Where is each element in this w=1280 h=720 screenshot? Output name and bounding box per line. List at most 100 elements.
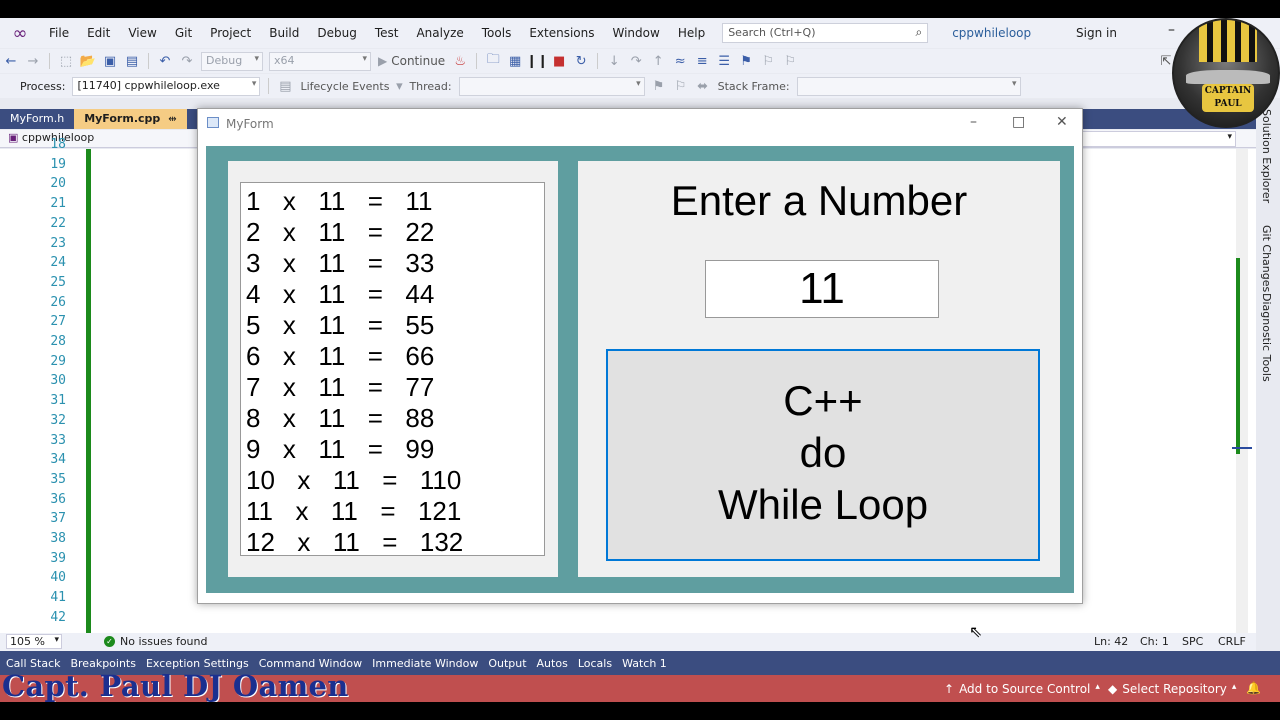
stack-frame-select[interactable]: ▾: [796, 76, 1021, 96]
do-while-loop-button[interactable]: C++ do While Loop: [606, 349, 1040, 561]
watermark-text: Capt. Paul DJ Oamen: [2, 669, 349, 702]
hot-reload-icon[interactable]: ♨: [449, 54, 471, 69]
stop-icon[interactable]: ■: [548, 54, 570, 69]
search-input[interactable]: Search (Ctrl+Q) ⌕: [722, 23, 929, 43]
issues-indicator[interactable]: ✓ No issues found: [104, 635, 207, 648]
notifications-icon[interactable]: 🔔: [1246, 681, 1261, 695]
select-repository-button[interactable]: ◆ Select Repository ▴: [1108, 682, 1236, 696]
flag-threads-icon[interactable]: ⚐: [670, 79, 692, 94]
process-value: [11740] cppwhileloop.exe: [77, 78, 220, 92]
undo-icon[interactable]: ↶: [154, 54, 176, 69]
diagnostics-icon[interactable]: ≈: [669, 54, 691, 69]
platform-select[interactable]: x64 ▾: [269, 51, 371, 71]
minimize-icon[interactable]: –: [1168, 22, 1175, 38]
form-app-icon: [207, 117, 219, 128]
layout-icon[interactable]: ▦: [504, 54, 526, 69]
stack-icon[interactable]: ⬌: [692, 79, 714, 94]
tab-myform-h[interactable]: MyForm.h: [0, 109, 74, 129]
open-folder-icon[interactable]: 📂: [77, 54, 99, 69]
scrollbar-change-marker: [1236, 258, 1240, 454]
thread-select[interactable]: ▾: [458, 76, 645, 96]
mouse-cursor-icon: ⇖: [969, 622, 983, 641]
back-icon[interactable]: ←: [0, 54, 22, 69]
menu-view[interactable]: View: [119, 18, 165, 48]
change-tracking-bar: [86, 149, 91, 633]
config-select[interactable]: Debug ▾: [201, 51, 263, 71]
line-number: 18: [50, 137, 66, 152]
git-changes-tab[interactable]: Git Changes: [1260, 225, 1273, 292]
lifecycle-events-button[interactable]: Lifecycle Events: [300, 80, 389, 93]
save-icon[interactable]: ▣: [99, 54, 121, 69]
menu-extensions[interactable]: Extensions: [520, 18, 603, 48]
line-indicator[interactable]: Ln: 42: [1094, 635, 1128, 648]
bookmark-icon[interactable]: ⚑: [735, 54, 757, 69]
forward-icon[interactable]: →: [22, 54, 44, 69]
process-select[interactable]: [11740] cppwhileloop.exe ▾: [72, 76, 261, 96]
bookmark-next-icon[interactable]: ⚐: [779, 54, 801, 69]
menu-window[interactable]: Window: [604, 18, 669, 48]
check-circle-icon: ✓: [104, 636, 115, 647]
tab-exception-settings[interactable]: Exception Settings: [141, 657, 254, 670]
menu-analyze[interactable]: Analyze: [407, 18, 472, 48]
tab-locals[interactable]: Locals: [573, 657, 617, 670]
pause-icon[interactable]: ❙❙: [526, 54, 548, 69]
platform-value: x64: [274, 53, 295, 67]
menu-file[interactable]: File: [40, 18, 78, 48]
menu-build[interactable]: Build: [260, 18, 308, 48]
line-number: 20: [50, 176, 66, 192]
add-to-source-control-button[interactable]: ↑ Add to Source Control ▴: [944, 682, 1100, 696]
tab-call-stack[interactable]: Call Stack: [0, 657, 65, 670]
menu-project[interactable]: Project: [201, 18, 260, 48]
minimize-icon[interactable]: –: [970, 114, 977, 130]
myform-window: MyForm – □ ✕ 1 x 11 = 11 2 x 11 = 22 3 x 1…: [197, 108, 1083, 604]
char-indicator[interactable]: Ch: 1: [1140, 635, 1169, 648]
folder-icon[interactable]: 🗀: [482, 50, 504, 72]
number-input[interactable]: 11: [705, 260, 939, 318]
step-into-icon[interactable]: ↓: [603, 54, 625, 69]
menu-tools[interactable]: Tools: [473, 18, 521, 48]
diagnostic-tools-tab[interactable]: Diagnostic Tools: [1260, 293, 1273, 382]
close-icon[interactable]: ✕: [1056, 114, 1068, 130]
zoom-select[interactable]: 105 % ▾: [6, 634, 62, 649]
multiplication-table-list[interactable]: 1 x 11 = 11 2 x 11 = 22 3 x 11 = 33 4 x 11 …: [240, 182, 545, 557]
menu-help[interactable]: Help: [669, 18, 714, 48]
comment-icon[interactable]: ☰: [713, 54, 735, 69]
continue-button[interactable]: ▶ Continue: [378, 54, 445, 68]
table-line: 2 x 11 = 22: [246, 217, 435, 247]
tab-output[interactable]: Output: [483, 657, 531, 670]
maximize-icon[interactable]: □: [1012, 114, 1025, 130]
bookmark-prev-icon[interactable]: ⚐: [757, 54, 779, 69]
tab-myform-cpp[interactable]: MyForm.cpp ⇹: [74, 109, 187, 129]
flag-icon[interactable]: ⚑: [648, 79, 670, 94]
thread-icon[interactable]: ≡: [691, 54, 713, 69]
chevron-down-icon: ▾: [54, 635, 59, 645]
redo-icon[interactable]: ↷: [176, 54, 198, 69]
member-dropdown[interactable]: ▾: [1080, 131, 1236, 147]
line-ending-indicator[interactable]: CRLF: [1218, 635, 1246, 648]
menu-edit[interactable]: Edit: [78, 18, 119, 48]
menu-debug[interactable]: Debug: [308, 18, 365, 48]
tab-breakpoints[interactable]: Breakpoints: [65, 657, 141, 670]
solution-explorer-tab[interactable]: Solution Explorer: [1260, 109, 1273, 203]
step-out-icon[interactable]: ↑: [647, 54, 669, 69]
play-icon: ▶: [378, 54, 388, 68]
whitespace-indicator[interactable]: SPC: [1182, 635, 1203, 648]
visual-studio-logo-icon[interactable]: ∞: [0, 18, 40, 48]
tab-command-window[interactable]: Command Window: [254, 657, 367, 670]
pin-icon[interactable]: ⇹: [168, 114, 176, 125]
new-item-icon[interactable]: ⬚: [55, 54, 77, 69]
tab-autos[interactable]: Autos: [532, 657, 573, 670]
form-title-bar[interactable]: MyForm – □ ✕: [198, 109, 1082, 139]
zoom-value: 105 %: [10, 635, 45, 648]
menu-git[interactable]: Git: [166, 18, 201, 48]
tab-immediate-window[interactable]: Immediate Window: [367, 657, 483, 670]
chevron-down-icon[interactable]: ▾: [393, 79, 405, 94]
tab-watch-1[interactable]: Watch 1: [617, 657, 672, 670]
sign-in-link[interactable]: Sign in: [1076, 26, 1117, 40]
step-over-icon[interactable]: ↷: [625, 54, 647, 69]
table-line: 12 x 11 = 132: [246, 527, 464, 557]
restart-icon[interactable]: ↻: [570, 54, 592, 69]
save-all-icon[interactable]: ▤: [121, 54, 143, 69]
menu-test[interactable]: Test: [366, 18, 408, 48]
git-icon: ◆: [1108, 682, 1118, 696]
